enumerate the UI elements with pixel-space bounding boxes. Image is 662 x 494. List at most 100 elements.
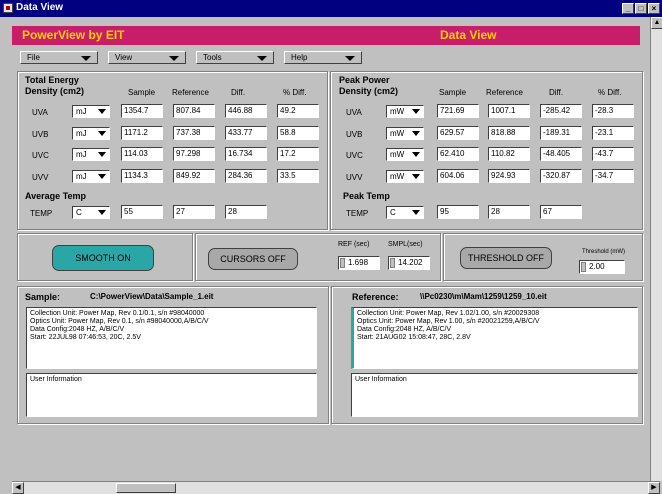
minimize-icon[interactable]: _ [622,3,634,14]
diff-value[interactable]: 16.734 [225,147,267,161]
sample-value[interactable]: 114.03 [121,147,163,161]
menu-file[interactable]: File [20,51,98,64]
scroll-up-icon[interactable]: ▲ [651,17,662,29]
window-titlebar[interactable]: Data View _ □ × [0,0,662,17]
chevron-down-icon [98,174,106,179]
maximize-icon[interactable]: □ [635,3,647,14]
menu-tools-label: Tools [203,53,222,62]
horizontal-scrollbar[interactable]: ◀ ▶ [12,481,660,494]
pct-diff-value[interactable]: -34.7 [592,169,634,183]
scroll-left-icon[interactable]: ◀ [12,482,24,494]
diff-value[interactable]: 284.36 [225,169,267,183]
diff-value[interactable]: -189.31 [540,126,582,140]
spinner-icon[interactable] [581,262,586,272]
chevron-down-icon [81,56,91,61]
sample-value[interactable]: 721.69 [437,104,479,118]
vertical-scrollbar[interactable]: ▲ [650,17,662,481]
reference-info-box[interactable]: Collection Unit: Power Map, Rev 1.02/1.0… [351,307,638,369]
temp-unit-select[interactable]: C [386,206,424,219]
temp-sample-value[interactable]: 95 [437,205,479,219]
temp-reference-value[interactable]: 28 [488,205,530,219]
threshold-label: Threshold (mW) [582,249,626,255]
unit-select[interactable]: mJ [72,170,110,183]
pct-diff-value[interactable]: 58.8 [277,126,319,140]
chevron-down-icon [98,210,106,215]
pct-diff-value[interactable]: -28.3 [592,104,634,118]
spinner-icon[interactable] [340,258,345,268]
unit-select[interactable]: mW [386,148,424,161]
info-line: Start: 22JUL98 07:46:53, 20C, 2.5V [30,334,141,341]
scroll-right-icon[interactable]: ▶ [648,482,660,494]
unit-select[interactable]: mW [386,170,424,183]
reference-value[interactable]: 1007.1 [488,104,530,118]
diff-value[interactable]: -48.405 [540,147,582,161]
sample-value[interactable]: 1134.3 [121,169,163,183]
temp-label: TEMP [346,209,369,218]
close-icon[interactable]: × [648,3,660,14]
reference-value[interactable]: 924.93 [488,169,530,183]
diff-value[interactable]: 446.88 [225,104,267,118]
threshold-input[interactable]: 2.00 [579,260,625,274]
sample-value[interactable]: 1171.2 [121,126,163,140]
temp-sample-value[interactable]: 55 [121,205,163,219]
energy-panel: Total Energy Density (cm2) Sample Refere… [17,71,328,230]
sample-value[interactable]: 62.410 [437,147,479,161]
smpl-sec-input[interactable]: 14.202 [388,256,430,270]
sample-value[interactable]: 604.06 [437,169,479,183]
power-title-2: Density (cm2) [339,86,399,96]
diff-value[interactable]: 433.77 [225,126,267,140]
unit-select[interactable]: mJ [72,127,110,140]
sample-user-info-box[interactable]: User Information [26,373,317,417]
temp-reference-value[interactable]: 27 [173,205,215,219]
app-icon [3,3,13,13]
diff-value[interactable]: -320.87 [540,169,582,183]
reference-value[interactable]: 849.92 [173,169,215,183]
smpl-sec-value: 14.202 [398,258,423,267]
spinner-icon[interactable] [390,258,395,268]
reference-value[interactable]: 737.38 [173,126,215,140]
chevron-down-icon [98,152,106,157]
pct-diff-value[interactable]: 49.2 [277,104,319,118]
pct-diff-value[interactable]: 33.5 [277,169,319,183]
chevron-down-icon [345,56,355,61]
col-pct-diff: % Diff. [598,88,622,97]
info-line: Data Config:2048 HZ, A/B/C/V [357,326,452,333]
unit-value: mJ [76,107,87,116]
ref-sec-input[interactable]: 1.698 [338,256,380,270]
window-title: Data View [16,2,64,13]
pct-diff-value[interactable]: -43.7 [592,147,634,161]
sample-panel: Sample: C:\PowerView\Data\Sample_1.eit C… [17,286,329,424]
col-sample: Sample [128,88,156,97]
smooth-button[interactable]: SMOOTH ON [52,245,154,271]
reference-value[interactable]: 818.88 [488,126,530,140]
unit-select[interactable]: mJ [72,148,110,161]
sample-value[interactable]: 1354.7 [121,104,163,118]
reference-value[interactable]: 97.298 [173,147,215,161]
diff-value[interactable]: -285.42 [540,104,582,118]
pct-diff-value[interactable]: 17.2 [277,147,319,161]
temp-diff-value[interactable]: 67 [540,205,582,219]
unit-select[interactable]: mW [386,105,424,118]
reference-value[interactable]: 110.82 [488,147,530,161]
menu-tools[interactable]: Tools [196,51,274,64]
menu-help[interactable]: Help [284,51,362,64]
temp-diff-value[interactable]: 28 [225,205,267,219]
temp-unit-select[interactable]: C [72,206,110,219]
threshold-value: 2.00 [589,262,605,271]
scroll-thumb[interactable] [116,483,176,493]
unit-select[interactable]: mW [386,127,424,140]
unit-select[interactable]: mJ [72,105,110,118]
reference-value[interactable]: 807.84 [173,104,215,118]
menu-view[interactable]: View [108,51,186,64]
chevron-down-icon [412,109,420,114]
chevron-down-icon [412,152,420,157]
pct-diff-value[interactable]: -23.1 [592,126,634,140]
threshold-button[interactable]: THRESHOLD OFF [460,247,552,269]
sample-value[interactable]: 629.57 [437,126,479,140]
energy-title-1: Total Energy [25,75,79,85]
sample-info-box[interactable]: Collection Unit: Power Map, Rev 0.1/0.1,… [26,307,317,369]
cursors-button[interactable]: CURSORS OFF [208,248,298,270]
reference-user-info-box[interactable]: User Information [351,373,638,417]
col-diff: Diff. [231,88,246,97]
info-line: Collection Unit: Power Map, Rev 1.02/1.0… [357,310,540,317]
